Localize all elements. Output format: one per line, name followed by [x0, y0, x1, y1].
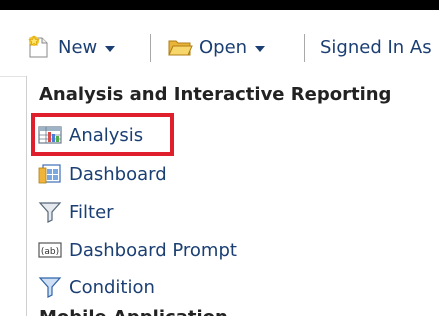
new-menu-button[interactable]: New: [26, 34, 116, 60]
svg-text:(ab): (ab): [41, 247, 59, 257]
menu-item-dashboard-prompt[interactable]: (ab) Dashboard Prompt: [37, 235, 237, 265]
new-menu-label: New: [58, 36, 98, 58]
global-toolbar: New Open Signed In As: [0, 10, 439, 77]
signed-in-label: Signed In As: [320, 36, 432, 58]
new-document-icon: [26, 35, 52, 59]
folder-open-icon: [167, 35, 193, 59]
menu-item-label: Dashboard: [69, 163, 167, 185]
menu-item-label: Condition: [69, 276, 155, 298]
toolbar-divider: [150, 34, 151, 62]
signed-in-menu[interactable]: Signed In As: [320, 34, 432, 60]
chevron-down-icon: [255, 45, 266, 52]
prompt-ab-icon: (ab): [37, 238, 65, 262]
menu-item-label: Analysis: [69, 124, 144, 146]
chevron-down-icon: [105, 45, 116, 52]
section-heading-analysis: Analysis and Interactive Reporting: [39, 84, 392, 105]
section-heading-mobile: Mobile Application: [39, 307, 228, 316]
menu-item-dashboard[interactable]: Dashboard: [37, 159, 167, 189]
section-heading-partial: Mobile Application: [39, 307, 228, 316]
condition-funnel-icon: [37, 275, 65, 299]
menu-item-condition[interactable]: Condition: [37, 272, 155, 302]
open-menu-label: Open: [199, 36, 248, 58]
open-menu-button[interactable]: Open: [167, 34, 266, 60]
menu-item-label: Filter: [69, 201, 114, 223]
dashboard-icon: [37, 162, 65, 186]
menu-item-label: Dashboard Prompt: [69, 239, 237, 261]
menu-item-analysis[interactable]: Analysis: [37, 120, 143, 150]
analysis-grid-icon: [37, 123, 65, 147]
top-black-bar: [0, 0, 439, 10]
new-dropdown-menu: Analysis and Interactive Reporting Analy…: [26, 76, 439, 316]
toolbar-divider: [304, 34, 305, 62]
filter-funnel-icon: [37, 200, 65, 224]
menu-item-filter[interactable]: Filter: [37, 197, 114, 227]
